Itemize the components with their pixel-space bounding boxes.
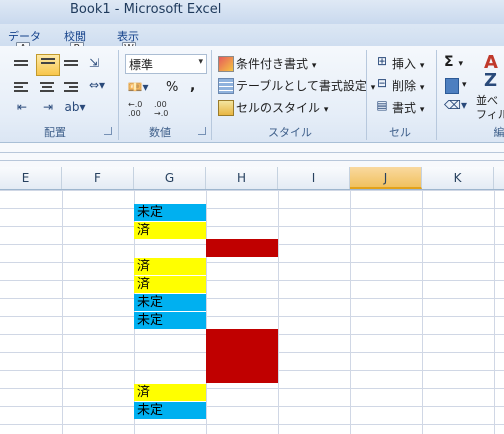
row-gridline [0, 316, 504, 317]
divider [0, 152, 504, 153]
cell-g[interactable]: 未定 [134, 204, 206, 221]
increase-indent-icon[interactable]: ⇥ [40, 100, 56, 114]
cell-g[interactable]: 済 [134, 222, 206, 239]
group-label-editing: 編 [493, 126, 504, 139]
sigma-icon: Σ [444, 54, 454, 70]
divider [0, 160, 504, 161]
chevron-down-icon: ▾ [462, 80, 467, 90]
align-center-icon[interactable] [40, 80, 54, 94]
cell-style-icon [218, 100, 234, 116]
clear-eraser-icon[interactable]: ⌫▾ [444, 98, 467, 112]
sort-az-icon: AZ [484, 52, 498, 91]
number-dialog-launcher[interactable] [198, 127, 206, 135]
group-label-styles: スタイル [268, 126, 312, 139]
cell-styles-label: セルのスタイル [236, 101, 321, 115]
column-gridline [62, 190, 63, 434]
orientation-icon[interactable]: ab▾ [64, 100, 86, 114]
table-format-icon [218, 78, 234, 94]
column-gridline [422, 190, 423, 434]
delete-label: 削除 [392, 79, 417, 93]
percent-button[interactable]: % [166, 80, 178, 95]
format-as-table-label: テーブルとして書式設定 [236, 79, 367, 93]
column-gridline [350, 190, 351, 434]
align-right-icon[interactable] [64, 80, 78, 94]
format-button[interactable]: 書式 ▾ [392, 99, 424, 116]
row-gridline [0, 208, 504, 209]
chevron-down-icon: ▾ [458, 59, 463, 69]
column-header-j[interactable]: J [350, 167, 422, 189]
group-divider [118, 50, 119, 140]
align-top-icon[interactable] [14, 58, 28, 72]
row-gridline [0, 226, 504, 227]
column-header-i[interactable]: I [278, 167, 350, 189]
conditional-format-icon [218, 56, 234, 72]
group-label-alignment: 配置 [44, 126, 66, 139]
delete-button[interactable]: 削除 ▾ [392, 77, 424, 94]
column-header-e[interactable]: E [0, 167, 62, 189]
row-gridline [0, 406, 504, 407]
red-cell-h8-h10[interactable] [206, 329, 278, 383]
merge-center-icon[interactable]: ⇔▾ [86, 78, 108, 92]
delete-cells-icon: ⊟ [376, 76, 388, 90]
decrease-decimal-icon[interactable]: .00 →.0 [154, 100, 168, 118]
cell-g[interactable]: 未定 [134, 312, 206, 329]
conditional-format-button[interactable]: 条件付き書式 ▾ [236, 55, 316, 72]
cell-g[interactable]: 済 [134, 384, 206, 401]
insert-button[interactable]: 挿入 ▾ [392, 55, 424, 72]
cell-g[interactable]: 未定 [134, 402, 206, 419]
chevron-down-icon: ▾ [419, 61, 425, 71]
format-label: 書式 [392, 101, 417, 115]
row-gridline [0, 262, 504, 263]
group-label-cells: セル [389, 126, 411, 139]
formula-bar-area [0, 143, 504, 167]
row-gridline [0, 298, 504, 299]
column-gridline [278, 190, 279, 434]
cell-styles-button[interactable]: セルのスタイル ▾ [236, 99, 328, 116]
group-divider [436, 50, 437, 140]
cell-g[interactable]: 未定 [134, 294, 206, 311]
decrease-indent-icon[interactable]: ⇤ [14, 100, 30, 114]
conditional-format-label: 条件付き書式 [236, 57, 309, 71]
column-header-f[interactable]: F [62, 167, 134, 189]
increase-decimal-icon[interactable]: ←.0.00 [128, 100, 142, 118]
group-label-number: 数値 [149, 126, 171, 139]
align-left-icon[interactable] [14, 80, 28, 94]
alignment-dialog-launcher[interactable] [104, 127, 112, 135]
fill-icon[interactable] [445, 78, 459, 94]
align-middle-button[interactable] [36, 54, 60, 76]
number-format-select[interactable]: 標準 ▾ [125, 54, 207, 74]
format-as-table-button[interactable]: テーブルとして書式設定 ▾ [236, 77, 375, 94]
column-header-h[interactable]: H [206, 167, 278, 189]
row-gridline [0, 280, 504, 281]
currency-icon[interactable]: 💴▾ [126, 80, 150, 94]
row-gridline [0, 190, 504, 191]
autosum-button[interactable]: Σ ▾ [444, 54, 463, 70]
comma-button[interactable]: , [190, 78, 195, 94]
group-divider [211, 50, 212, 140]
chevron-down-icon: ▾ [419, 83, 425, 93]
chevron-down-icon: ▾ [198, 57, 203, 67]
insert-label: 挿入 [392, 57, 417, 71]
chevron-down-icon: ▾ [323, 105, 329, 115]
row-gridline [0, 388, 504, 389]
cell-g[interactable]: 済 [134, 276, 206, 293]
window-title: Book1 - Microsoft Excel [70, 2, 222, 17]
number-format-value: 標準 [129, 58, 154, 72]
column-header-k[interactable]: K [422, 167, 494, 189]
column-gridline [494, 190, 495, 434]
wrap-text-icon[interactable]: ⇲ [86, 56, 102, 70]
insert-cells-icon: ⊞ [376, 54, 388, 68]
cell-g[interactable]: 済 [134, 258, 206, 275]
sort-filter-label-2[interactable]: フィル [476, 106, 504, 122]
chevron-down-icon: ▾ [419, 105, 425, 115]
column-header-g[interactable]: G [134, 167, 206, 189]
row-gridline [0, 424, 504, 425]
chevron-down-icon: ▾ [311, 61, 317, 71]
format-cells-icon: ▤ [376, 98, 388, 112]
group-divider [366, 50, 367, 140]
align-bottom-icon[interactable] [64, 58, 78, 72]
red-cell-h3[interactable] [206, 239, 278, 257]
column-gridline [206, 190, 207, 434]
